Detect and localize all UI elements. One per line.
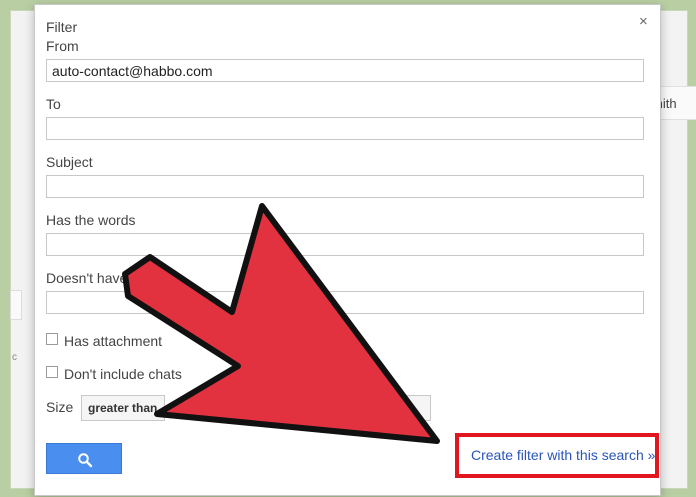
has-attachment-label: Has attachment <box>64 333 163 349</box>
doesnt-have-label: Doesn't have <box>46 270 128 286</box>
doesnt-have-field[interactable] <box>46 291 644 314</box>
has-words-field[interactable] <box>46 233 644 256</box>
background-left-text: c <box>12 352 17 363</box>
create-filter-highlight: Create filter with this search » <box>455 433 659 478</box>
subject-field[interactable] <box>46 175 644 198</box>
subject-label: Subject <box>46 154 93 170</box>
to-field[interactable] <box>46 117 644 140</box>
to-label: To <box>46 96 61 112</box>
filter-dialog: Filter × From To Subject Has the words D… <box>34 4 661 496</box>
background-control-peek <box>10 290 22 320</box>
from-label: From <box>46 38 79 54</box>
size-label: Size <box>46 399 74 415</box>
has-attachment-checkbox[interactable] <box>46 333 58 345</box>
create-filter-link[interactable]: Create filter with this search » <box>471 447 655 463</box>
size-operator-select[interactable]: greater than <box>81 395 165 421</box>
search-icon <box>78 453 93 468</box>
has-words-label: Has the words <box>46 212 136 228</box>
from-field[interactable] <box>46 59 644 82</box>
dialog-title: Filter <box>46 19 78 35</box>
dont-include-chats-label: Don't include chats <box>64 366 182 382</box>
search-button[interactable] <box>46 443 122 474</box>
dont-include-chats-checkbox[interactable] <box>46 366 58 378</box>
size-unit-select[interactable] <box>405 395 431 421</box>
close-icon[interactable]: × <box>639 13 648 30</box>
